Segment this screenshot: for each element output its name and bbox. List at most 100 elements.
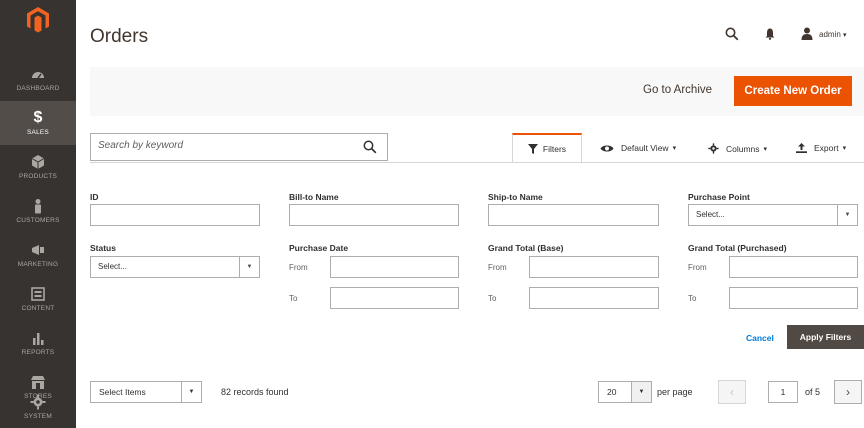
nav-system-label: System	[24, 413, 52, 420]
search-icon[interactable]	[363, 140, 377, 154]
nav-sales[interactable]: $ Sales	[0, 101, 76, 145]
per-page-label: per page	[657, 387, 693, 397]
page-title: Orders	[90, 26, 149, 47]
ship-to-name-input[interactable]	[488, 204, 659, 226]
grand-total-purchased-from-label: From	[688, 263, 707, 272]
purchase-point-label: Purchase Point	[688, 192, 750, 202]
go-to-archive-button[interactable]: Go to Archive	[643, 84, 712, 96]
nav-dashboard-label: Dashboard	[16, 85, 60, 92]
cancel-filters-button[interactable]: Cancel	[746, 333, 774, 343]
search-icon[interactable]	[725, 27, 739, 41]
chevron-right-icon: ›	[846, 385, 850, 399]
ship-to-name-label: Ship-to Name	[488, 192, 543, 202]
grand-total-base-label: Grand Total (Base)	[488, 243, 564, 253]
search-input[interactable]	[98, 140, 358, 151]
chevron-down-icon: ▾	[843, 32, 847, 39]
layout-icon	[31, 287, 45, 301]
user-icon[interactable]	[801, 27, 813, 40]
filter-panel-divider	[90, 162, 864, 163]
chevron-down-icon: ▼	[631, 382, 651, 402]
next-page-button[interactable]: ›	[834, 380, 862, 404]
nav-marketing[interactable]: Marketing	[0, 233, 76, 277]
filters-tab[interactable]: Filters	[512, 133, 582, 162]
gear-icon	[30, 394, 46, 410]
chevron-down-icon: ▾	[672, 145, 677, 152]
status-label: Status	[90, 243, 116, 253]
nav-products-label: Products	[18, 173, 58, 180]
purchase-date-to-label: To	[289, 294, 298, 303]
grand-total-purchased-to-input[interactable]	[729, 287, 858, 309]
purchase-date-label: Purchase Date	[289, 243, 349, 253]
nav-content[interactable]: Content	[0, 277, 76, 321]
cube-icon	[31, 155, 45, 169]
chevron-down-icon: ▼	[181, 382, 201, 402]
admin-user-menu[interactable]: admin ▾	[819, 30, 847, 39]
dollar-icon: $	[33, 109, 43, 126]
admin-username: admin	[819, 30, 841, 39]
mass-action-value: Select Items	[99, 387, 146, 397]
upload-icon	[796, 143, 807, 153]
apply-filters-button[interactable]: Apply Filters	[787, 325, 864, 349]
eye-icon	[600, 145, 614, 151]
purchase-date-from-label: From	[289, 263, 308, 272]
keyword-search	[90, 133, 388, 161]
nav-customers-label: Customers	[16, 217, 60, 224]
total-pages-label: of 5	[805, 387, 821, 397]
grand-total-base-to-input[interactable]	[529, 287, 659, 309]
grand-total-purchased-to-label: To	[688, 294, 697, 303]
person-icon	[35, 199, 41, 214]
per-page-select[interactable]: 20 ▼	[598, 381, 652, 403]
magento-logo[interactable]	[0, 0, 76, 40]
id-filter-label: ID	[90, 192, 99, 202]
export-dropdown[interactable]: Export ▾	[796, 143, 846, 153]
records-found-count: 82 records found	[221, 387, 289, 397]
bell-icon[interactable]	[765, 28, 775, 40]
purchase-date-to-input[interactable]	[330, 287, 459, 309]
grand-total-purchased-from-input[interactable]	[729, 256, 858, 278]
default-view-label: Default View	[621, 143, 669, 153]
bill-to-name-input[interactable]	[289, 204, 459, 226]
chevron-down-icon: ▼	[239, 257, 259, 277]
grand-total-base-to-label: To	[488, 294, 497, 303]
magento-logo-icon	[27, 7, 49, 33]
chevron-down-icon: ▾	[842, 145, 847, 152]
nav-customers[interactable]: Customers	[0, 189, 76, 233]
previous-page-button[interactable]: ‹	[718, 380, 746, 404]
id-filter-input[interactable]	[90, 204, 260, 226]
bill-to-name-label: Bill-to Name	[289, 192, 339, 202]
status-value: Select...	[98, 262, 127, 271]
columns-label: Columns	[726, 143, 760, 154]
nav-marketing-label: Marketing	[17, 261, 59, 268]
admin-sidebar: Dashboard $ Sales Products Customers Mar…	[0, 0, 76, 428]
bar-chart-icon	[33, 333, 44, 345]
purchase-point-value: Select...	[696, 210, 725, 219]
nav-system[interactable]: System	[0, 386, 76, 428]
funnel-icon	[527, 143, 538, 154]
chevron-down-icon: ▾	[763, 145, 768, 153]
nav-content-label: Content	[21, 305, 55, 312]
nav-reports-label: Reports	[21, 349, 55, 356]
status-select[interactable]: Select... ▼	[90, 256, 260, 278]
chevron-left-icon: ‹	[730, 385, 734, 399]
mass-action-select[interactable]: Select Items ▼	[90, 381, 202, 403]
dashboard-icon	[32, 72, 44, 79]
create-new-order-button[interactable]: Create New Order	[734, 76, 852, 106]
nav-reports[interactable]: Reports	[0, 321, 76, 365]
nav-sales-label: Sales	[27, 129, 49, 136]
export-label: Export	[814, 143, 839, 153]
per-page-value: 20	[607, 387, 617, 397]
grand-total-base-from-label: From	[488, 263, 507, 272]
gear-icon	[708, 143, 719, 154]
nav-dashboard[interactable]: Dashboard	[0, 57, 76, 101]
filters-label: Filters	[542, 143, 567, 154]
grand-total-purchased-label: Grand Total (Purchased)	[688, 243, 787, 253]
current-page-value: 1	[780, 387, 786, 397]
page-number-input[interactable]: 1	[768, 381, 798, 403]
chevron-down-icon: ▼	[837, 205, 857, 225]
columns-dropdown[interactable]: Columns ▾	[708, 143, 767, 154]
nav-products[interactable]: Products	[0, 145, 76, 189]
purchase-date-from-input[interactable]	[330, 256, 459, 278]
grand-total-base-from-input[interactable]	[529, 256, 659, 278]
default-view-dropdown[interactable]: Default View ▾	[600, 143, 676, 153]
purchase-point-select[interactable]: Select... ▼	[688, 204, 858, 226]
